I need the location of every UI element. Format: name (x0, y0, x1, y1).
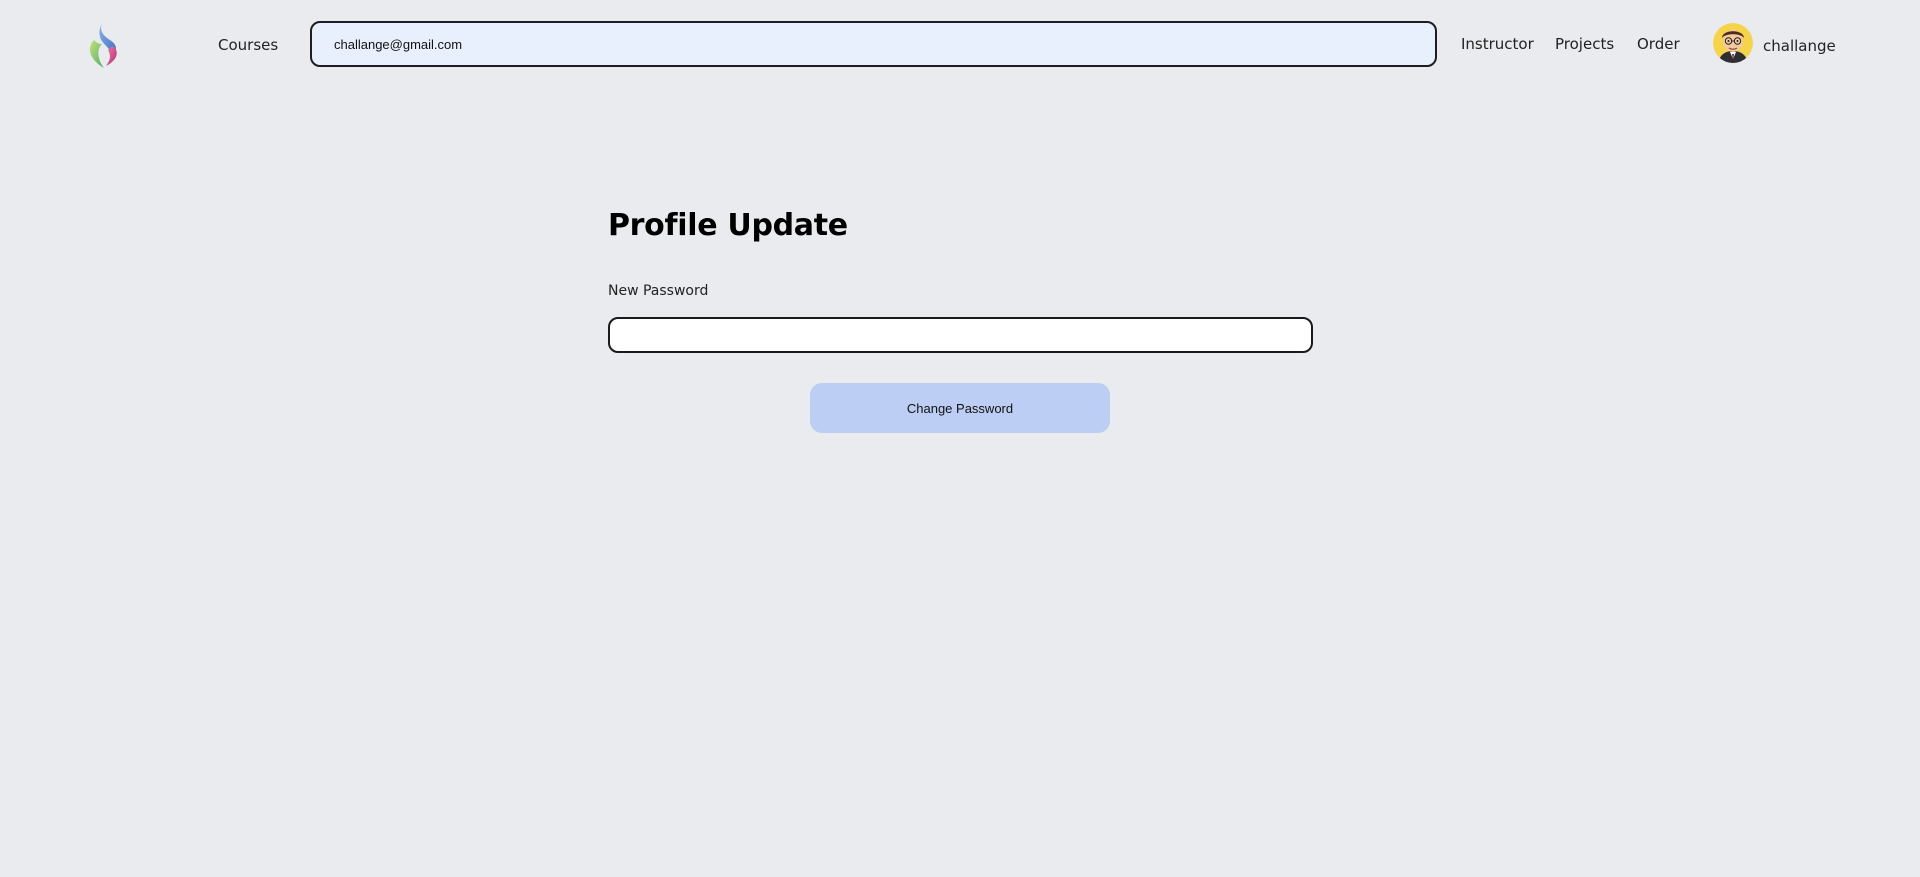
nav-projects-link[interactable]: Projects (1555, 35, 1614, 53)
user-name[interactable]: challange (1763, 37, 1836, 55)
change-password-button[interactable]: Change Password (810, 383, 1110, 433)
new-password-input[interactable] (608, 317, 1313, 353)
search-input[interactable] (310, 21, 1437, 67)
new-password-label: New Password (608, 283, 709, 299)
top-navbar: Courses Instructor Projects Order challa… (0, 0, 1920, 90)
nav-order-link[interactable]: Order (1637, 35, 1680, 53)
page-title: Profile Update (608, 208, 848, 243)
nav-instructor-link[interactable]: Instructor (1461, 35, 1534, 53)
profile-update-form: Profile Update New Password Change Passw… (608, 208, 1313, 433)
user-avatar-icon[interactable] (1713, 23, 1753, 63)
brand-logo-icon[interactable] (84, 16, 124, 70)
nav-courses-link[interactable]: Courses (218, 36, 278, 54)
